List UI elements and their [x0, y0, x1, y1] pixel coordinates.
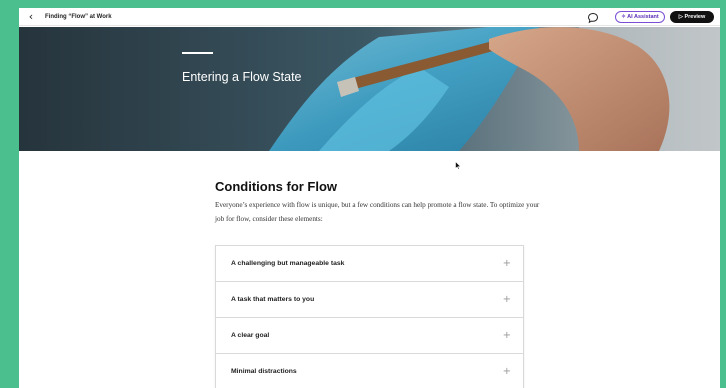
content-section: Conditions for Flow Everyone’s experienc…	[215, 179, 547, 226]
painting-hand-image	[19, 27, 720, 151]
top-bar: ‹ Finding “Flow” at Work ✧ AI Assistant …	[19, 8, 720, 26]
section-body: Everyone’s experience with flow is uniqu…	[215, 201, 540, 223]
accordion: A challenging but manageable task + A ta…	[215, 245, 524, 388]
plus-icon[interactable]: +	[503, 354, 511, 388]
hero-title: Entering a Flow State	[182, 70, 302, 84]
plus-icon[interactable]: +	[503, 282, 511, 318]
chevron-left-icon[interactable]: ‹	[25, 10, 37, 24]
accordion-item[interactable]: Minimal distractions +	[216, 354, 523, 388]
accordion-item-label: A challenging but manageable task	[231, 260, 345, 267]
accordion-item-label: A clear goal	[231, 332, 270, 339]
mouse-pointer-icon	[455, 157, 462, 175]
section-heading: Conditions for Flow	[215, 179, 338, 194]
accordion-item[interactable]: A challenging but manageable task +	[216, 246, 523, 282]
ai-assistant-button[interactable]: ✧ AI Assistant	[615, 11, 665, 23]
plus-icon[interactable]: +	[503, 318, 511, 354]
hero-banner: Entering a Flow State	[19, 27, 720, 151]
accordion-item[interactable]: A clear goal +	[216, 318, 523, 354]
accordion-item-label: A task that matters to you	[231, 296, 315, 303]
preview-button[interactable]: ▷ Preview	[670, 11, 714, 23]
comment-icon[interactable]	[587, 11, 599, 24]
accordion-item-label: Minimal distractions	[231, 368, 297, 375]
plus-icon[interactable]: +	[503, 246, 511, 282]
hero-divider	[182, 52, 213, 54]
course-title: Finding “Flow” at Work	[45, 14, 112, 20]
accordion-item[interactable]: A task that matters to you +	[216, 282, 523, 318]
app-frame: ‹ Finding “Flow” at Work ✧ AI Assistant …	[19, 8, 720, 388]
